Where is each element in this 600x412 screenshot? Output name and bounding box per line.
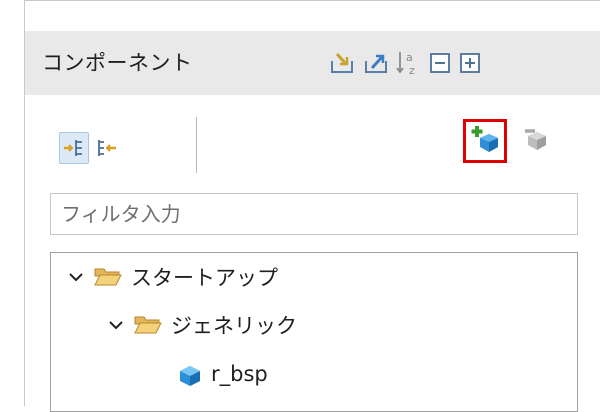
hierarchy-view-icon[interactable] — [93, 133, 121, 163]
toolbar-separator — [196, 117, 197, 173]
chevron-down-icon[interactable] — [65, 266, 87, 288]
remove-component-icon — [522, 126, 550, 158]
component-tree: スタートアップ ジェネリック r_bsp — [50, 252, 578, 412]
expand-all-icon[interactable] — [456, 49, 484, 77]
component-icon — [177, 361, 205, 387]
panel-title: コンポーネント — [42, 51, 193, 75]
export-icon[interactable] — [362, 49, 390, 77]
tree-view-icon[interactable] — [59, 132, 89, 164]
tree-item-label: ジェネリック — [171, 314, 297, 338]
tree-item-label: スタートアップ — [131, 266, 278, 290]
open-folder-icon — [133, 312, 165, 338]
filter-input[interactable] — [50, 193, 578, 235]
open-folder-icon — [93, 264, 125, 290]
panel-header: コンポーネント a z — [25, 31, 600, 95]
collapse-all-icon[interactable] — [426, 49, 454, 77]
sort-az-icon[interactable]: a z — [394, 49, 422, 77]
tree-item-r-bsp[interactable]: r_bsp — [177, 352, 268, 396]
tree-item-generic[interactable]: ジェネリック — [105, 303, 297, 347]
tree-item-startup[interactable]: スタートアップ — [65, 255, 278, 299]
view-toggle-toolbar — [59, 129, 125, 167]
svg-text:a: a — [406, 51, 413, 64]
svg-text:z: z — [409, 64, 415, 77]
chevron-down-icon[interactable] — [105, 314, 127, 336]
import-icon[interactable] — [328, 49, 356, 77]
add-component-button[interactable] — [463, 119, 507, 163]
add-component-icon — [470, 124, 500, 158]
tree-item-label: r_bsp — [211, 362, 268, 386]
components-panel: コンポーネント a z フィルタ入力 スタートアップ ジェネリック r_bsp — [24, 0, 600, 412]
remove-component-button[interactable] — [520, 126, 552, 158]
